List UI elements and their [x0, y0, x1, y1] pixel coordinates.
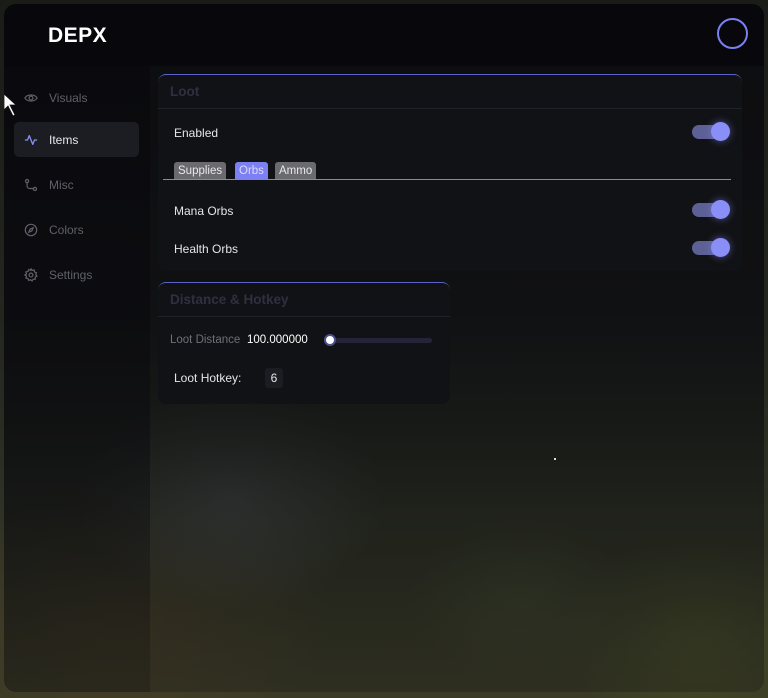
sidebar-item-items[interactable]: Items	[14, 122, 139, 157]
enabled-label: Enabled	[174, 126, 219, 140]
loot-hotkey-label: Loot Hotkey:	[174, 371, 242, 385]
mana-orbs-toggle[interactable]	[692, 200, 730, 219]
toggle-knob	[711, 122, 730, 141]
loot-distance-value: 100.000000	[247, 334, 308, 346]
sidebar-item-settings[interactable]: Settings	[14, 257, 139, 292]
sidebar-item-label: Items	[49, 132, 79, 147]
sidebar: Visuals Items Misc Colors Settings	[4, 66, 150, 692]
tab-supplies[interactable]: Supplies	[174, 162, 227, 180]
app-logo: DEPX	[48, 24, 108, 47]
route-icon	[24, 178, 38, 192]
loot-distance-slider[interactable]	[324, 338, 432, 343]
sidebar-item-visuals[interactable]: Visuals	[14, 80, 139, 115]
sidebar-item-label: Settings	[49, 267, 93, 282]
gear-icon	[24, 267, 38, 282]
eye-icon	[24, 91, 38, 105]
tab-orbs[interactable]: Orbs	[235, 162, 268, 180]
tab-ammo[interactable]: Ammo	[275, 162, 317, 180]
panel-title: Loot	[170, 84, 200, 99]
panel-divider	[158, 316, 450, 317]
top-bar: DEPX	[4, 4, 764, 66]
toggle-knob	[711, 200, 730, 219]
toggle-knob	[711, 238, 730, 257]
slider-handle[interactable]	[324, 334, 336, 346]
sidebar-item-colors[interactable]: Colors	[14, 212, 139, 247]
mana-orbs-label: Mana Orbs	[174, 204, 234, 218]
health-orbs-label: Health Orbs	[174, 242, 239, 256]
compass-icon	[24, 223, 38, 237]
sidebar-item-label: Misc	[49, 177, 74, 192]
enabled-toggle[interactable]	[692, 122, 730, 141]
sidebar-item-misc[interactable]: Misc	[14, 167, 139, 202]
loot-distance-label: Loot Distance	[170, 334, 241, 346]
profile-avatar[interactable]	[717, 18, 748, 49]
health-orbs-toggle[interactable]	[692, 238, 730, 257]
loot-hotkey-button[interactable]: 6	[265, 368, 283, 388]
crosshair-dot	[554, 458, 556, 460]
activity-icon	[24, 133, 38, 147]
sidebar-item-label: Visuals	[49, 90, 88, 105]
panel-divider	[158, 108, 742, 109]
tab-underline	[163, 179, 731, 180]
mouse-cursor-icon	[4, 94, 18, 117]
sidebar-item-label: Colors	[49, 222, 84, 237]
panel-title: Distance & Hotkey	[170, 292, 289, 307]
